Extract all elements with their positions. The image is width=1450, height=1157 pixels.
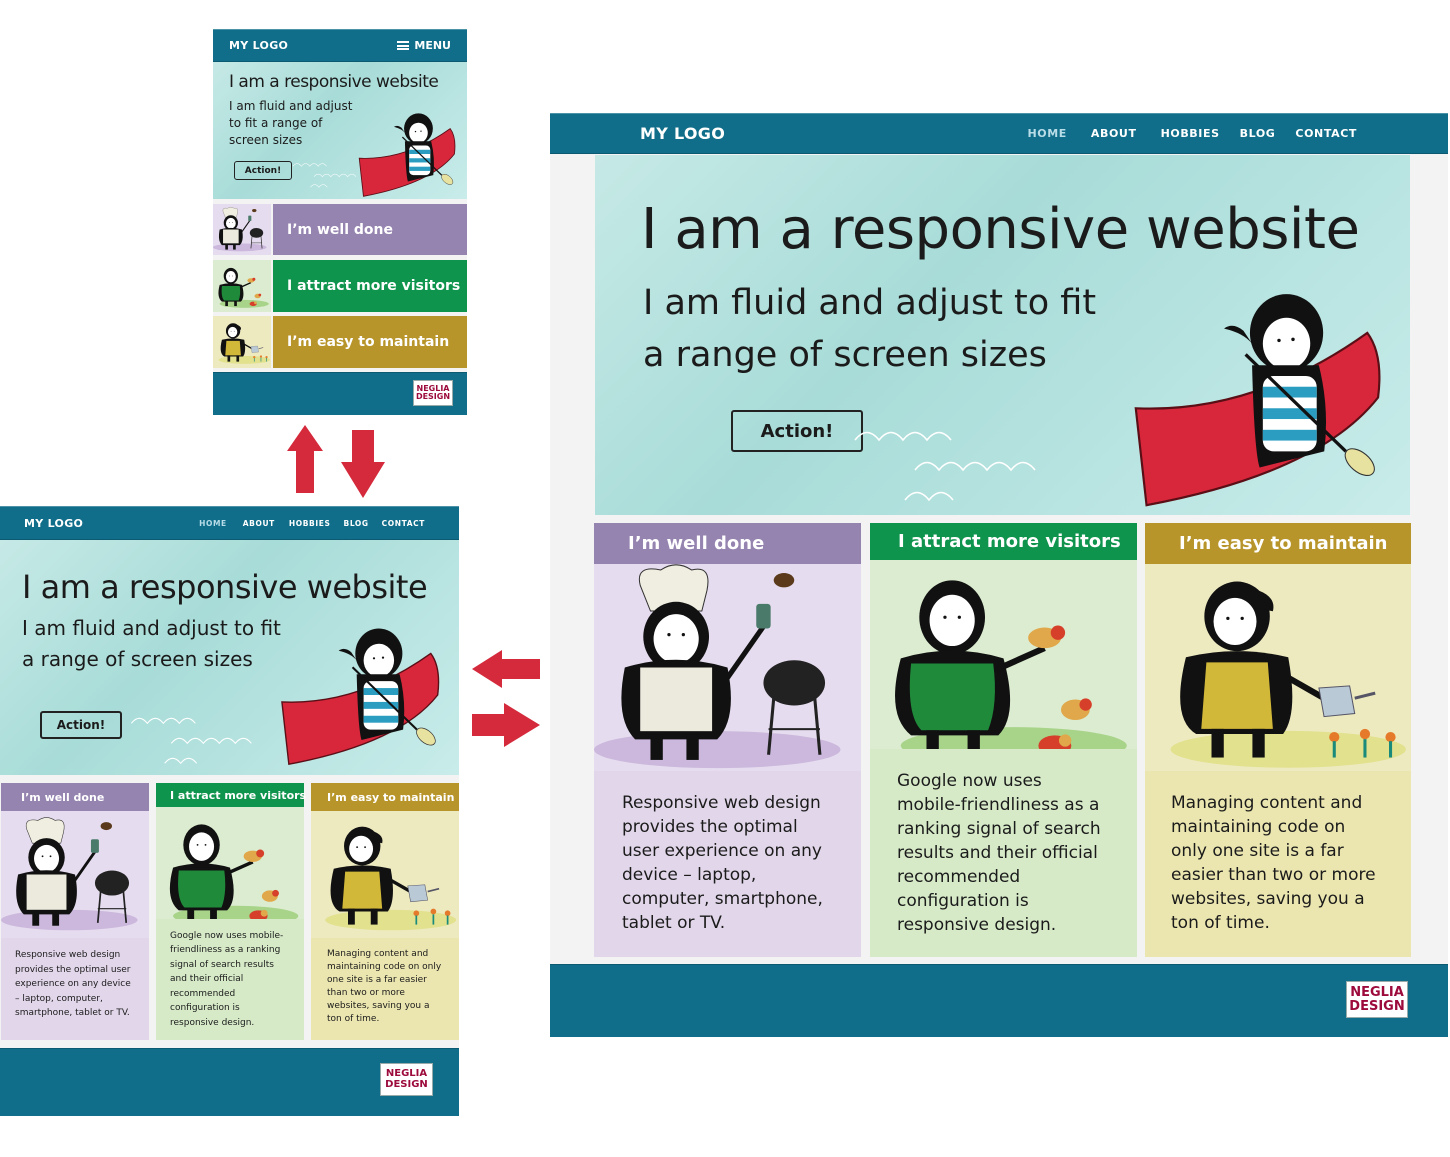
tablet-action-button[interactable]: Action! — [40, 711, 122, 739]
mobile-feature-label: I attract more visitors — [273, 260, 467, 312]
mobile-logo[interactable]: MY LOGO — [229, 39, 288, 52]
mobile-feature-row[interactable]: I attract more visitors — [213, 260, 467, 312]
feature-card-text: Google now uses mobile-friendliness as a… — [897, 771, 1101, 935]
waves-illustration — [840, 420, 1070, 510]
tablet-footer: NEGLIA DESIGN — [0, 1048, 459, 1116]
birds-illustration — [156, 807, 304, 919]
arrow-left-icon — [472, 650, 540, 688]
feature-card-text: Managing content and maintaining code on… — [327, 949, 442, 1024]
mobile-menu-button[interactable]: MENU — [397, 39, 451, 52]
nav-item-blog[interactable]: BLOG — [1240, 127, 1276, 140]
tablet-header: MY LOGO HOME ABOUT HOBBIES BLOG CONTACT — [0, 506, 459, 540]
nav-item-home[interactable]: HOME — [199, 519, 227, 528]
mobile-layout: MY LOGO MENU I am a responsive website I… — [213, 29, 467, 415]
mobile-hero-title: I am a responsive website — [229, 72, 439, 92]
arrow-up-icon — [287, 425, 323, 493]
feature-card: I’m well done Responsive web design prov… — [594, 523, 861, 957]
tablet-hero-subtitle-1: I am fluid and adjust to fit — [22, 616, 281, 640]
feature-card-title: I’m easy to maintain — [311, 783, 459, 811]
menu-label: MENU — [414, 39, 451, 52]
nav-item-contact[interactable]: CONTACT — [382, 519, 425, 528]
tablet-hero-title: I am a responsive website — [22, 568, 428, 606]
tablet-hero-subtitle-2: a range of screen sizes — [22, 647, 253, 671]
waves-illustration — [128, 710, 268, 770]
mobile-hero-subtitle-2: to fit a range of — [229, 116, 323, 130]
mobile-hero-subtitle-1: I am fluid and adjust — [229, 99, 353, 113]
garden-illustration — [311, 811, 459, 938]
nav-item-hobbies[interactable]: HOBBIES — [1161, 127, 1220, 140]
neglia-design-badge[interactable]: NEGLIA DESIGN — [413, 380, 453, 406]
feature-card-text: Google now uses mobile-friendliness as a… — [170, 930, 284, 1028]
feature-card-title: I’m easy to maintain — [1145, 523, 1411, 564]
tablet-nav: HOME ABOUT HOBBIES BLOG CONTACT — [183, 507, 425, 539]
tablet-layout: MY LOGO HOME ABOUT HOBBIES BLOG CONTACT … — [0, 506, 459, 1116]
feature-card-title: I attract more visitors — [156, 783, 306, 808]
nav-item-hobbies[interactable]: HOBBIES — [289, 519, 331, 528]
desktop-hero-subtitle-2: a range of screen sizes — [643, 335, 1047, 375]
arrow-right-icon — [472, 703, 540, 747]
mobile-hero-subtitle-3: screen sizes — [229, 133, 303, 147]
tablet-hero: I am a responsive website I am fluid and… — [0, 540, 459, 775]
chef-illustration — [1, 811, 149, 938]
tablet-logo[interactable]: MY LOGO — [24, 517, 83, 530]
desktop-logo[interactable]: MY LOGO — [640, 124, 725, 143]
canoe-character-illustration — [275, 620, 455, 770]
mobile-feature-row[interactable]: I’m easy to maintain — [213, 316, 467, 368]
feature-card-text: Responsive web design provides the optim… — [622, 793, 823, 933]
mobile-feature-row[interactable]: I’m well done — [213, 204, 467, 255]
nav-item-contact[interactable]: CONTACT — [1295, 127, 1357, 140]
waves-illustration — [293, 159, 363, 191]
feature-card: I’m easy to maintain Managing content an… — [1145, 523, 1411, 957]
birds-illustration — [870, 560, 1137, 749]
hamburger-icon — [397, 41, 410, 50]
mobile-hero: I am a responsive website I am fluid and… — [213, 62, 467, 199]
chef-thumbnail — [213, 204, 271, 255]
desktop-layout: MY LOGO HOME ABOUT HOBBIES BLOG CONTACT … — [550, 113, 1448, 1037]
feature-card: I’m easy to maintain Managing content an… — [311, 783, 459, 1040]
feature-card: I attract more visitors Google now uses … — [870, 523, 1137, 957]
desktop-hero-subtitle-1: I am fluid and adjust to fit — [643, 283, 1097, 323]
nav-item-about[interactable]: ABOUT — [1091, 127, 1137, 140]
feature-card-title: I’m well done — [594, 523, 861, 564]
canoe-character-illustration — [355, 110, 465, 198]
feature-card: I attract more visitors Google now uses … — [156, 783, 306, 1040]
nav-item-about[interactable]: ABOUT — [243, 519, 275, 528]
birds-thumbnail — [213, 260, 271, 312]
garden-illustration — [1145, 564, 1411, 771]
feature-card-text: Responsive web design provides the optim… — [15, 950, 131, 1018]
mobile-footer: NEGLIA DESIGN — [213, 372, 467, 415]
canoe-character-illustration — [1125, 285, 1405, 510]
nav-item-home[interactable]: HOME — [1027, 127, 1066, 140]
mobile-feature-label: I’m easy to maintain — [273, 316, 467, 368]
nav-item-blog[interactable]: BLOG — [344, 519, 369, 528]
feature-card: I’m well done Responsive web design prov… — [1, 783, 149, 1040]
desktop-hero-title: I am a responsive website — [641, 197, 1360, 262]
neglia-design-badge[interactable]: NEGLIA DESIGN — [380, 1063, 433, 1096]
chef-illustration — [594, 564, 861, 771]
garden-thumbnail — [213, 316, 271, 368]
mobile-action-button[interactable]: Action! — [234, 161, 292, 180]
mobile-header: MY LOGO MENU — [213, 29, 467, 62]
desktop-nav: HOME ABOUT HOBBIES BLOG CONTACT — [1003, 114, 1357, 153]
mobile-feature-label: I’m well done — [273, 204, 467, 255]
feature-card-title: I attract more visitors — [870, 523, 1137, 561]
neglia-design-badge[interactable]: NEGLIA DESIGN — [1346, 981, 1408, 1018]
desktop-hero: I am a responsive website I am fluid and… — [595, 155, 1410, 515]
feature-card-title: I’m well done — [1, 783, 149, 811]
desktop-footer: NEGLIA DESIGN — [550, 964, 1448, 1037]
arrow-down-icon — [341, 430, 385, 498]
feature-card-text: Managing content and maintaining code on… — [1171, 793, 1376, 933]
desktop-header: MY LOGO HOME ABOUT HOBBIES BLOG CONTACT — [550, 113, 1448, 154]
